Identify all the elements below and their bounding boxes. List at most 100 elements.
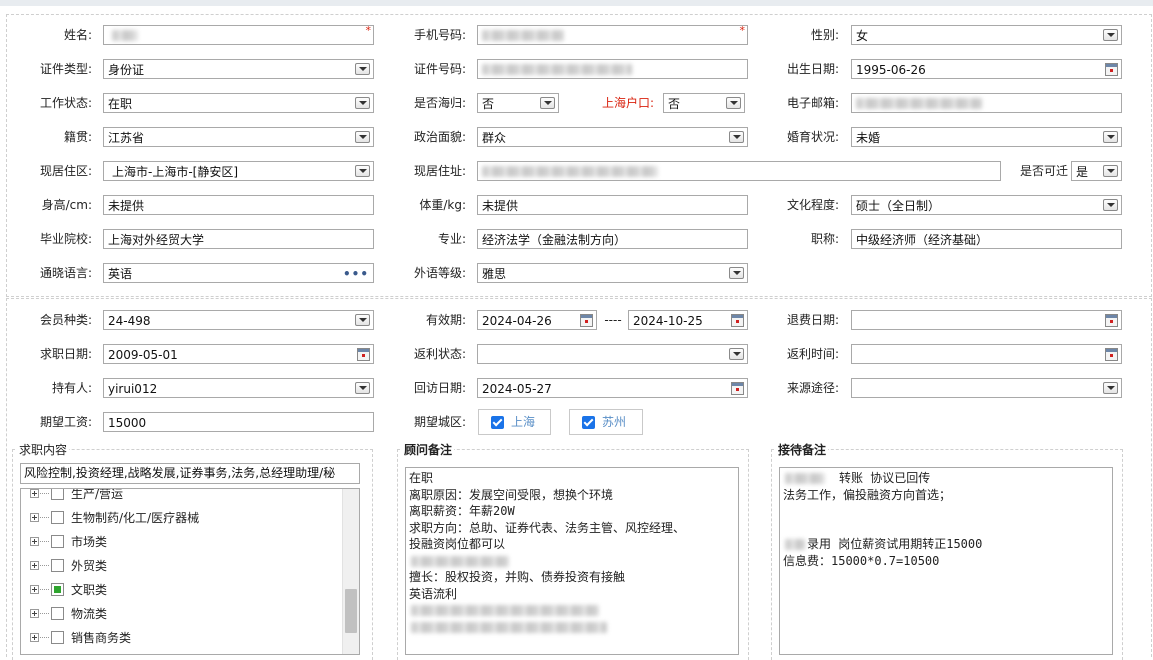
chevron-down-icon[interactable] (1103, 131, 1118, 143)
holder-select[interactable]: yirui012 (103, 378, 374, 398)
birth-date-field[interactable]: 1995-06-26 (851, 59, 1122, 79)
expand-icon[interactable] (30, 585, 39, 594)
chevron-down-icon[interactable] (726, 97, 741, 109)
calendar-icon[interactable] (580, 314, 593, 327)
chevron-down-icon[interactable] (355, 63, 370, 75)
job-category-tree[interactable]: 生产/营运 生物制药/化工/医疗器械 市场类 外贸类 文职类 物流类 销售商务类 (20, 488, 360, 655)
expand-icon[interactable] (30, 537, 39, 546)
calendar-icon[interactable] (731, 382, 744, 395)
note-line: 在职 (409, 471, 434, 485)
chevron-down-icon[interactable] (1103, 382, 1118, 394)
chevron-down-icon[interactable] (355, 314, 370, 326)
job-content-selected-field[interactable]: 风险控制,投资经理,战略发展,证券事务,法务,总经理助理/秘 (20, 463, 360, 484)
residence-area-select[interactable]: 上海市-上海市-[静安区] (103, 161, 374, 181)
source-select[interactable] (851, 378, 1122, 398)
refund-date-field[interactable] (851, 310, 1122, 330)
tree-checkbox[interactable] (51, 535, 64, 548)
reception-notes-textarea[interactable]: 转账 协议已回传 法务工作，偏投融资方向首选； 录用 岗位薪资试用期转正1500… (779, 467, 1113, 655)
checkbox-checked-icon[interactable] (491, 416, 504, 429)
expand-icon[interactable] (30, 513, 39, 522)
note-line-redacted (409, 553, 735, 570)
shanghai-hukou-select[interactable]: 否 (663, 93, 745, 113)
tree-checkbox[interactable] (51, 631, 64, 644)
tree-checkbox[interactable] (51, 559, 64, 572)
expected-city-label: 期望城区: (413, 415, 466, 429)
gender-select[interactable]: 女 (851, 25, 1122, 45)
consultant-notes-textarea[interactable]: 在职 离职原因：发展空间受限，想换个环境 离职薪资：年薪20W 求职方向：总助、… (405, 467, 739, 655)
chevron-down-icon[interactable] (355, 165, 370, 177)
redacted-id-number (482, 64, 632, 75)
height-value: 未提供 (108, 199, 145, 213)
tree-node[interactable]: 市场类 (21, 531, 351, 555)
calendar-icon[interactable] (1105, 314, 1118, 327)
id-type-select[interactable]: 身份证 (103, 59, 374, 79)
tree-node[interactable]: 物流类 (21, 603, 351, 627)
expand-icon[interactable] (30, 561, 39, 570)
personal-info-panel (6, 14, 1152, 297)
tree-checkbox-partial[interactable] (51, 583, 64, 596)
phone-field[interactable]: * (477, 25, 748, 45)
major-field[interactable]: 经济法学（金融法制方向） (477, 229, 748, 249)
validity-from-field[interactable]: 2024-04-26 (477, 310, 597, 330)
revisit-date-field[interactable]: 2024-05-27 (477, 378, 748, 398)
title-field[interactable]: 中级经济师（经济基础） (851, 229, 1122, 249)
expand-icon[interactable] (30, 489, 39, 498)
more-options-icon[interactable]: ••• (343, 264, 369, 282)
required-mark-icon: * (365, 25, 372, 37)
tree-checkbox[interactable] (51, 511, 64, 524)
marital-select[interactable]: 未婚 (851, 127, 1122, 147)
validity-to-field[interactable]: 2024-10-25 (628, 310, 748, 330)
languages-field[interactable]: 英语 ••• (103, 263, 374, 283)
calendar-icon[interactable] (731, 314, 744, 327)
name-field[interactable]: * (103, 25, 374, 45)
id-number-field[interactable] (477, 59, 748, 79)
tree-node[interactable]: 外贸类 (21, 555, 351, 579)
member-type-select[interactable]: 24-498 (103, 310, 374, 330)
tree-node[interactable]: 文职类 (21, 579, 351, 603)
returnee-select[interactable]: 否 (477, 93, 559, 113)
rebate-status-select[interactable] (477, 344, 748, 364)
tree-checkbox[interactable] (51, 607, 64, 620)
residence-address-field[interactable] (477, 161, 1001, 181)
relocatable-select[interactable]: 是 (1071, 161, 1122, 181)
scrollbar-thumb[interactable] (345, 589, 357, 633)
tree-node[interactable]: 生产/营运 (21, 489, 351, 507)
tree-checkbox[interactable] (51, 489, 64, 500)
work-status-select[interactable]: 在职 (103, 93, 374, 113)
chevron-down-icon[interactable] (355, 382, 370, 394)
weight-field[interactable]: 未提供 (477, 195, 748, 215)
chevron-down-icon[interactable] (1103, 165, 1118, 177)
city-option-shanghai[interactable]: 上海 (478, 409, 551, 435)
native-place-select[interactable]: 江苏省 (103, 127, 374, 147)
chevron-down-icon[interactable] (355, 131, 370, 143)
chevron-down-icon[interactable] (729, 348, 744, 360)
city-option-suzhou[interactable]: 苏州 (569, 409, 643, 435)
email-field[interactable] (851, 93, 1122, 113)
calendar-icon[interactable] (1105, 348, 1118, 361)
chevron-down-icon[interactable] (729, 131, 744, 143)
tree-node[interactable]: 销售商务类 (21, 627, 351, 651)
weight-label: 体重/kg: (419, 198, 466, 212)
rebate-time-field[interactable] (851, 344, 1122, 364)
checkbox-checked-icon[interactable] (582, 416, 595, 429)
chevron-down-icon[interactable] (540, 97, 555, 109)
redacted-text (411, 621, 607, 633)
tree-node[interactable]: 生物制药/化工/医疗器械 (21, 507, 351, 531)
expected-salary-field[interactable]: 15000 (103, 412, 374, 432)
education-select[interactable]: 硕士（全日制） (851, 195, 1122, 215)
chevron-down-icon[interactable] (729, 267, 744, 279)
job-seek-date-field[interactable]: 2009-05-01 (103, 344, 374, 364)
calendar-icon[interactable] (1105, 63, 1118, 76)
tree-scrollbar[interactable] (342, 489, 359, 654)
foreign-level-select[interactable]: 雅思 (477, 263, 748, 283)
calendar-icon[interactable] (357, 348, 370, 361)
school-field[interactable]: 上海对外经贸大学 (103, 229, 374, 249)
political-select[interactable]: 群众 (477, 127, 748, 147)
chevron-down-icon[interactable] (1103, 199, 1118, 211)
expand-icon[interactable] (30, 633, 39, 642)
chevron-down-icon[interactable] (1103, 29, 1118, 41)
foreign-level-label: 外语等级: (413, 266, 466, 280)
expand-icon[interactable] (30, 609, 39, 618)
height-field[interactable]: 未提供 (103, 195, 374, 215)
chevron-down-icon[interactable] (355, 97, 370, 109)
